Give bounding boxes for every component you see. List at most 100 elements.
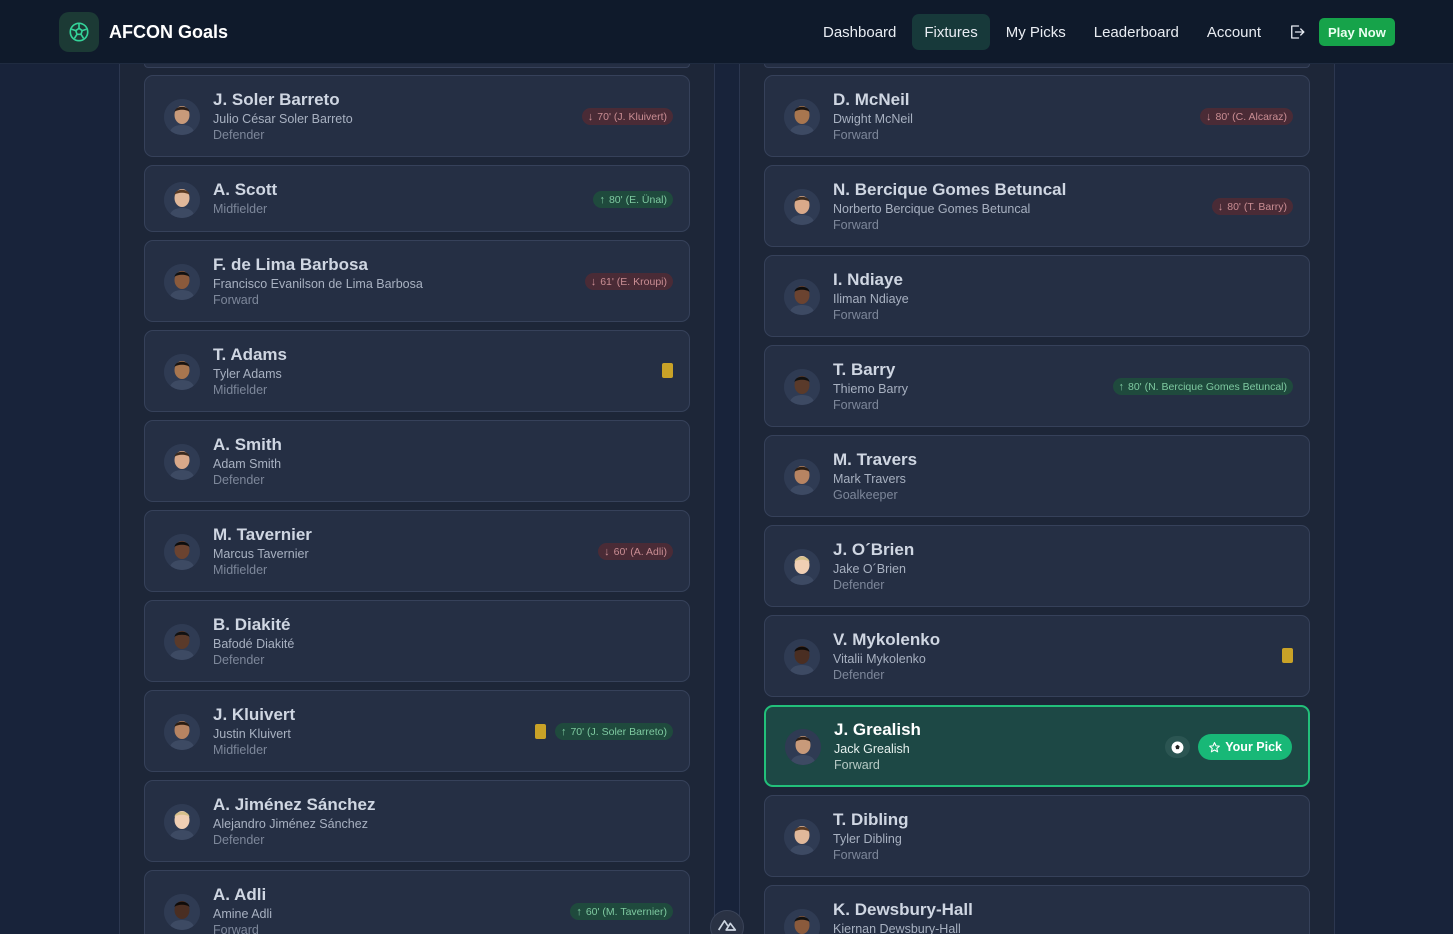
player-avatar xyxy=(164,624,200,660)
nav-leaderboard[interactable]: Leaderboard xyxy=(1082,14,1191,50)
soccer-ball-icon xyxy=(59,12,99,52)
player-card[interactable]: T. Dibling Tyler Dibling Forward xyxy=(764,795,1310,877)
player-card[interactable]: M. Travers Mark Travers Goalkeeper xyxy=(764,435,1310,517)
player-avatar xyxy=(784,279,820,315)
goal-ball-icon xyxy=(1165,736,1191,758)
player-name: B. Diakité xyxy=(213,615,291,634)
play-now-button[interactable]: Play Now xyxy=(1319,18,1395,46)
player-full-name: Alejandro Jiménez Sánchez xyxy=(213,817,368,831)
player-badges: ↑ 60' (M. Tavernier) xyxy=(570,903,673,920)
your-pick-badge: Your Pick xyxy=(1198,734,1292,760)
sub-text: 70' (J. Kluivert) xyxy=(597,110,667,123)
player-name: M. Tavernier xyxy=(213,525,312,544)
sub-text: 60' (M. Tavernier) xyxy=(585,905,667,918)
player-card[interactable]: J. Soler Barreto Julio César Soler Barret… xyxy=(144,75,690,157)
player-badges: ↑ 70' (J. Soler Barreto) xyxy=(534,723,673,740)
player-name: J. Grealish xyxy=(834,720,921,739)
player-avatar xyxy=(784,819,820,855)
player-card[interactable]: A. Jiménez Sánchez Alejandro Jiménez Sánc… xyxy=(144,780,690,862)
brand[interactable]: AFCON Goals xyxy=(59,12,228,52)
player-badges: ↓ 80' (T. Barry) xyxy=(1211,198,1293,215)
player-full-name: Francisco Evanilson de Lima Barbosa xyxy=(213,277,423,291)
player-badges: Your Pick xyxy=(1165,734,1292,760)
player-name: D. McNeil xyxy=(833,90,910,109)
player-position: Midfielder xyxy=(213,563,268,577)
player-badges xyxy=(1282,648,1293,663)
nav-dashboard[interactable]: Dashboard xyxy=(811,14,908,50)
player-card[interactable]: V. Mykolenko Vitalii Mykolenko Defender xyxy=(764,615,1310,697)
card-edge xyxy=(144,64,690,68)
player-full-name: Dwight McNeil xyxy=(833,112,913,126)
logout-icon[interactable] xyxy=(1279,14,1315,50)
player-card[interactable]: A. Scott Midfielder ↑ 80' (E. Ünal) xyxy=(144,165,690,232)
player-name: M. Travers xyxy=(833,450,918,469)
player-name: A. Adli xyxy=(213,885,267,904)
nav-my-picks[interactable]: My Picks xyxy=(994,14,1078,50)
player-name: I. Ndiaye xyxy=(833,270,903,289)
player-position: Defender xyxy=(213,653,265,667)
star-icon xyxy=(1209,741,1221,752)
sub-text: 80' (N. Bercique Gomes Betuncal) xyxy=(1128,380,1287,393)
player-avatar xyxy=(784,639,820,675)
sub-text: 80' (E. Ünal) xyxy=(608,193,667,206)
player-position: Defender xyxy=(213,833,265,847)
main-nav: Dashboard Fixtures My Picks Leaderboard … xyxy=(811,14,1395,50)
player-card[interactable]: J. Kluivert Justin Kluivert Midfielder ↑ 70'… xyxy=(144,690,690,772)
arrow-down-icon: ↓ xyxy=(590,275,597,288)
player-position: Forward xyxy=(213,293,259,307)
player-card[interactable]: T. Barry Thiemo Barry Forward ↑ 80' (N. Berc… xyxy=(764,345,1310,427)
player-name: T. Dibling xyxy=(833,810,909,829)
sub-in-badge: ↑ 80' (E. Ünal) xyxy=(593,191,673,208)
player-card[interactable]: K. Dewsbury-Hall Kiernan Dewsbury-Hall xyxy=(764,885,1310,934)
player-avatar xyxy=(164,354,200,390)
player-position: Forward xyxy=(833,308,879,322)
player-card[interactable]: D. McNeil Dwight McNeil Forward ↓ 80' (C. Al… xyxy=(764,75,1310,157)
player-position: Forward xyxy=(833,218,879,232)
player-full-name: Jack Grealish xyxy=(834,742,910,756)
arrow-down-icon: ↓ xyxy=(587,110,594,123)
arrow-up-icon: ↑ xyxy=(560,725,567,738)
player-card[interactable]: N. Bercique Gomes Betuncal Norberto Berci… xyxy=(764,165,1310,247)
player-full-name: Thiemo Barry xyxy=(833,382,909,396)
player-name: F. de Lima Barbosa xyxy=(213,255,368,274)
player-card[interactable]: B. Diakité Bafodé Diakité Defender xyxy=(144,600,690,682)
player-full-name: Iliman Ndiaye xyxy=(833,292,909,306)
player-avatar xyxy=(164,804,200,840)
player-card[interactable]: M. Tavernier Marcus Tavernier Midfielder ↓ 6… xyxy=(144,510,690,592)
player-name: K. Dewsbury-Hall xyxy=(833,900,973,919)
player-card[interactable]: I. Ndiaye Iliman Ndiaye Forward xyxy=(764,255,1310,337)
player-position: Midfielder xyxy=(213,383,268,397)
player-position: Goalkeeper xyxy=(833,488,898,502)
player-name: J. O´Brien xyxy=(833,540,915,559)
player-avatar xyxy=(784,909,820,934)
player-name: T. Adams xyxy=(213,345,288,364)
player-position: Defender xyxy=(213,128,265,142)
player-position: Forward xyxy=(833,128,879,142)
sub-out-badge: ↓ 80' (T. Barry) xyxy=(1211,198,1293,215)
nav-fixtures[interactable]: Fixtures xyxy=(912,14,990,50)
player-avatar xyxy=(784,459,820,495)
player-avatar xyxy=(164,99,200,135)
player-name: A. Jiménez Sánchez xyxy=(213,795,376,814)
card-edge xyxy=(764,64,1310,68)
player-full-name: Kiernan Dewsbury-Hall xyxy=(833,922,961,934)
player-card[interactable]: J. O´Brien Jake O´Brien Defender xyxy=(764,525,1310,607)
player-full-name: Marcus Tavernier xyxy=(213,547,309,561)
sub-text: 60' (A. Adli) xyxy=(613,545,667,558)
player-card[interactable]: F. de Lima Barbosa Francisco Evanilson de… xyxy=(144,240,690,322)
player-badges xyxy=(662,363,673,378)
nav-account[interactable]: Account xyxy=(1195,14,1273,50)
sub-in-badge: ↑ 60' (M. Tavernier) xyxy=(570,903,673,920)
player-position: Defender xyxy=(833,578,885,592)
player-card[interactable]: T. Adams Tyler Adams Midfielder xyxy=(144,330,690,412)
player-position: Defender xyxy=(833,668,885,682)
player-avatar xyxy=(164,714,200,750)
picked-player-card[interactable]: J. Grealish Jack Grealish Forward Your Pick xyxy=(764,705,1310,787)
arrow-up-icon: ↑ xyxy=(576,905,582,918)
player-card[interactable]: A. Adli Amine Adli Forward ↑ 60' (M. Taverni… xyxy=(144,870,690,934)
arrow-up-icon: ↑ xyxy=(599,193,605,206)
player-card[interactable]: A. Smith Adam Smith Defender xyxy=(144,420,690,502)
yellow-card-icon xyxy=(1282,648,1293,663)
player-badges: ↓ 80' (C. Alcaraz) xyxy=(1200,108,1293,125)
player-badges: ↑ 80' (E. Ünal) xyxy=(593,191,673,208)
